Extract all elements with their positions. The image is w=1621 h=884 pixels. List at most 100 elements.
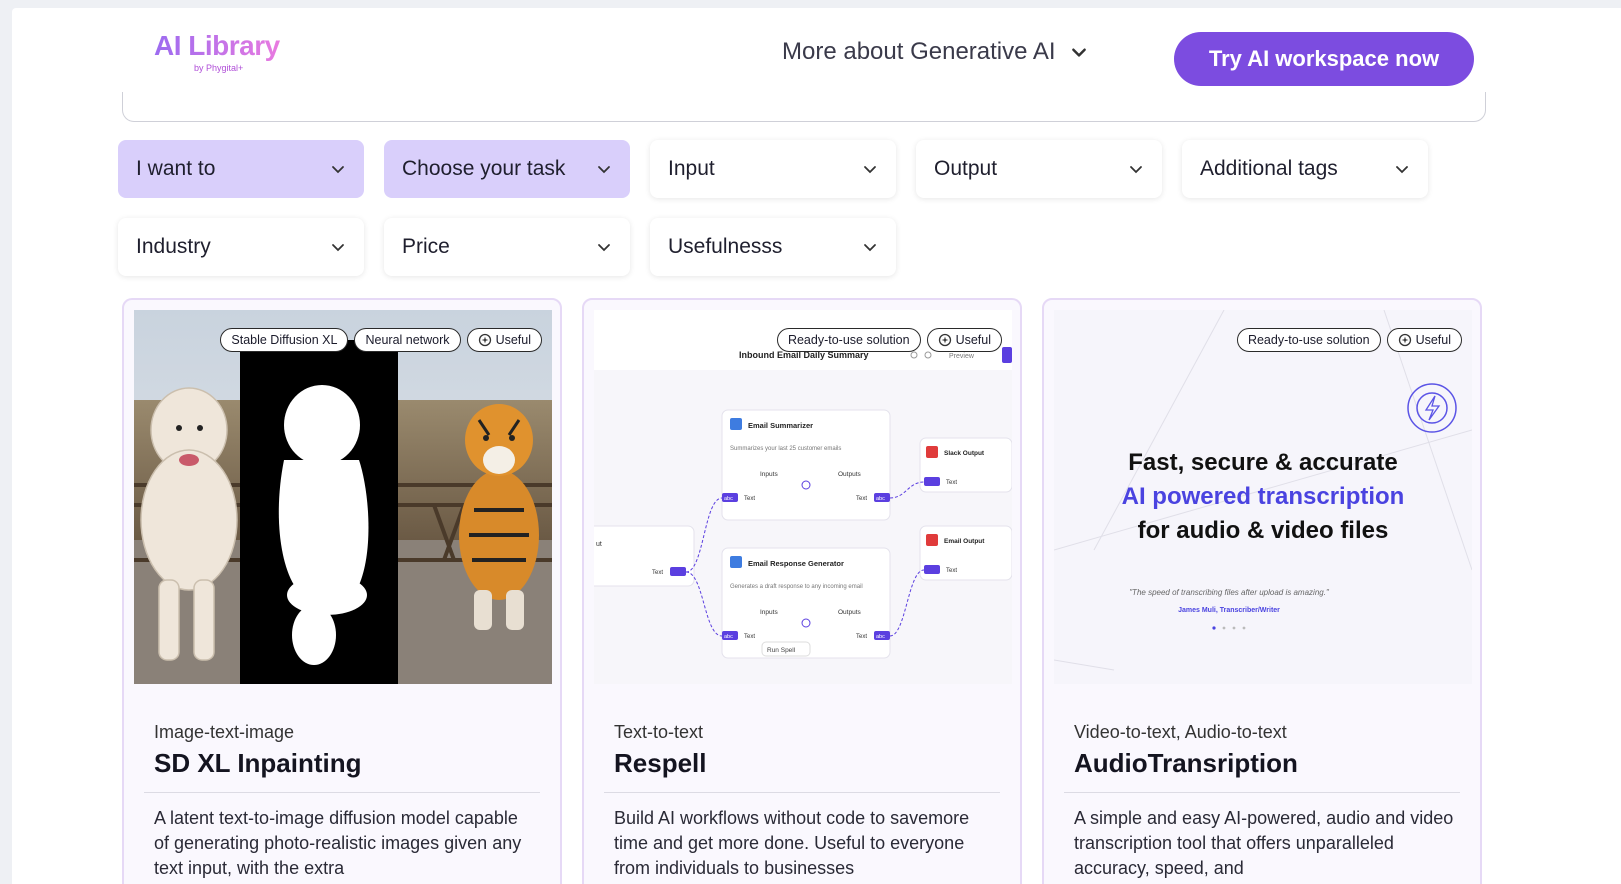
node-desc: Generates a draft response to any incomi… bbox=[730, 584, 863, 590]
card-tags: Stable Diffusion XL Neural network Usefu… bbox=[220, 328, 542, 352]
tool-card[interactable]: Stable Diffusion XL Neural network Usefu… bbox=[122, 298, 562, 884]
preview-line3: for audio & video files bbox=[1138, 517, 1389, 544]
filter-label: Output bbox=[934, 157, 998, 180]
chevron-down-icon bbox=[1071, 48, 1086, 57]
chevron-down-icon bbox=[332, 244, 344, 252]
card-category: Text-to-text bbox=[614, 722, 704, 742]
sparkle-icon bbox=[478, 333, 491, 347]
node-title: Email Response Generator bbox=[748, 559, 844, 568]
node-outputs: Outputs bbox=[838, 609, 862, 616]
filter-label: I want to bbox=[136, 157, 216, 180]
card-image: Inbound Email Daily Summary Preview Emai… bbox=[594, 310, 1012, 684]
filter-label: Price bbox=[402, 235, 450, 258]
filter-label: Usefulnesss bbox=[668, 235, 783, 258]
card-description: Build AI workflows without code to savem… bbox=[614, 808, 970, 878]
preview-line1: Fast, secure & accurate bbox=[1128, 449, 1397, 476]
tag-label: Neural network bbox=[365, 333, 450, 347]
more-about-menu[interactable]: More about Generative AI bbox=[782, 38, 1088, 66]
card-description: A latent text-to-image diffusion model c… bbox=[154, 808, 522, 878]
tool-card[interactable]: Inbound Email Daily Summary Preview Emai… bbox=[582, 298, 1022, 884]
preview-quote: "The speed of transcribing files after u… bbox=[1129, 588, 1330, 597]
tag-useful[interactable]: Useful bbox=[1386, 328, 1462, 352]
card-divider bbox=[144, 792, 540, 793]
card-tags: Ready-to-use solution Useful bbox=[1236, 328, 1462, 352]
text-label: Text bbox=[946, 568, 957, 574]
workflow-illustration: Inbound Email Daily Summary Preview Emai… bbox=[594, 310, 1012, 684]
filter-usefulness[interactable]: Usefulnesss bbox=[650, 218, 896, 276]
text-label: Text bbox=[744, 496, 755, 502]
preview-label: Preview bbox=[949, 353, 975, 360]
sparkle-icon bbox=[938, 333, 951, 347]
logo[interactable]: AI Library by Phygital+ bbox=[154, 30, 280, 73]
chevron-down-icon bbox=[864, 244, 876, 252]
tag[interactable]: Stable Diffusion XL bbox=[220, 328, 349, 352]
chevron-down-icon bbox=[864, 166, 876, 174]
filter-i-want-to[interactable]: I want to bbox=[118, 140, 364, 198]
preview-author: James Muli, Transcriber/Writer bbox=[1178, 607, 1280, 614]
filter-label: Industry bbox=[136, 235, 211, 258]
chevron-down-icon bbox=[1396, 166, 1408, 174]
filter-input[interactable]: Input bbox=[650, 140, 896, 198]
abc-chip: abc bbox=[724, 496, 733, 502]
chevron-down-icon bbox=[598, 244, 610, 252]
abc-chip: abc bbox=[876, 634, 885, 640]
filter-output[interactable]: Output bbox=[916, 140, 1162, 198]
slack-output: Slack Output bbox=[944, 450, 985, 457]
sparkle-icon bbox=[1398, 333, 1411, 347]
tag-useful[interactable]: Useful bbox=[926, 328, 1002, 352]
node-title: Email Summarizer bbox=[748, 421, 813, 430]
try-workspace-button[interactable]: Try AI workspace now bbox=[1174, 32, 1474, 86]
inpainting-illustration bbox=[134, 310, 552, 684]
tag[interactable]: Ready-to-use solution bbox=[1236, 328, 1381, 352]
tag-useful[interactable]: Useful bbox=[466, 328, 542, 352]
filter-industry[interactable]: Industry bbox=[118, 218, 364, 276]
search-bar-edge[interactable] bbox=[122, 92, 1486, 122]
card-title[interactable]: SD XL Inpainting bbox=[154, 748, 362, 779]
logo-title: AI Library bbox=[154, 30, 280, 61]
text-label: Text bbox=[856, 496, 867, 502]
email-output: Email Output bbox=[944, 538, 985, 545]
node-inputs: Inputs bbox=[760, 609, 778, 616]
card-divider bbox=[1064, 792, 1460, 793]
tag[interactable]: Neural network bbox=[354, 328, 461, 352]
card-category: Video-to-text, Audio-to-text bbox=[1074, 722, 1287, 742]
text-label: Text bbox=[652, 570, 663, 576]
node-inputs: Inputs bbox=[760, 471, 778, 478]
tag[interactable]: Ready-to-use solution bbox=[776, 328, 921, 352]
filter-price[interactable]: Price bbox=[384, 218, 630, 276]
page: AI Library by Phygital+ More about Gener… bbox=[12, 8, 1621, 884]
filter-label: Input bbox=[668, 157, 715, 180]
preview-line2: AI powered transcription bbox=[1122, 483, 1405, 510]
card-description: A simple and easy AI-powered, audio and … bbox=[1074, 808, 1454, 878]
filter-additional-tags[interactable]: Additional tags bbox=[1182, 140, 1428, 198]
text-label: Text bbox=[744, 634, 755, 640]
card-title[interactable]: AudioTransription bbox=[1074, 748, 1298, 779]
tag-label: Useful bbox=[495, 333, 531, 347]
card-title[interactable]: Respell bbox=[614, 748, 707, 779]
tag-label: Ready-to-use solution bbox=[787, 333, 910, 347]
more-about-label: More about Generative AI bbox=[782, 38, 1056, 65]
tool-card[interactable]: Fast, secure & accurate AI powered trans… bbox=[1042, 298, 1482, 884]
card-tags: Ready-to-use solution Useful bbox=[776, 328, 1002, 352]
run-spell: Run Spell bbox=[767, 647, 796, 654]
chevron-down-icon bbox=[1130, 166, 1142, 174]
tag-label: Ready-to-use solution bbox=[1247, 333, 1370, 347]
filter-label: Choose your task bbox=[402, 157, 566, 180]
abc-chip: abc bbox=[724, 634, 733, 640]
abc-chip: abc bbox=[876, 496, 885, 502]
tag-label: Useful bbox=[955, 333, 991, 347]
chevron-down-icon bbox=[598, 166, 610, 174]
text-label: Text bbox=[946, 480, 957, 486]
node-desc: Summarizes your last 25 customer emails bbox=[730, 446, 841, 452]
card-category: Image-text-image bbox=[154, 722, 295, 742]
tag-label: Stable Diffusion XL bbox=[231, 333, 338, 347]
text-label: Text bbox=[856, 634, 867, 640]
filter-choose-task[interactable]: Choose your task bbox=[384, 140, 630, 198]
tag-label: Useful bbox=[1415, 333, 1451, 347]
logo-subtitle: by Phygital+ bbox=[194, 63, 244, 73]
card-image: Fast, secure & accurate AI powered trans… bbox=[1054, 310, 1472, 684]
chevron-down-icon bbox=[332, 166, 344, 174]
card-image: Stable Diffusion XL Neural network Usefu… bbox=[134, 310, 552, 684]
card-divider bbox=[604, 792, 1000, 793]
transcription-illustration: Fast, secure & accurate AI powered trans… bbox=[1054, 310, 1472, 684]
